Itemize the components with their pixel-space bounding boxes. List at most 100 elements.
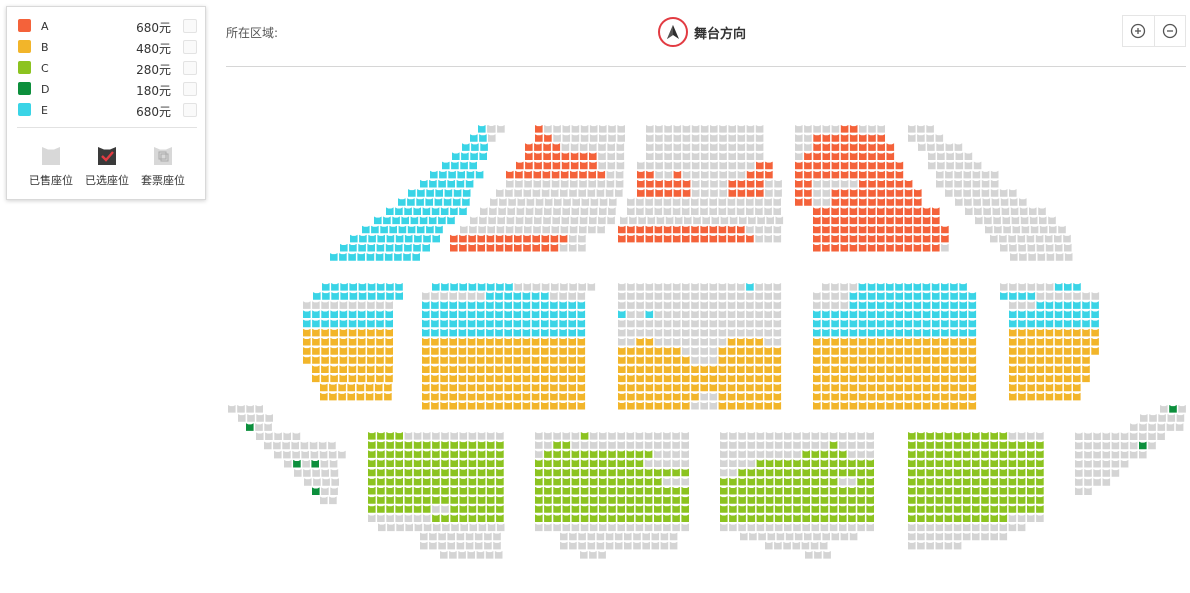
seat[interactable] xyxy=(922,337,931,346)
seat[interactable] xyxy=(645,234,654,243)
seat[interactable] xyxy=(1054,392,1063,401)
seat[interactable] xyxy=(376,347,384,355)
seat[interactable] xyxy=(496,496,504,504)
seat[interactable] xyxy=(673,152,682,160)
seat[interactable] xyxy=(535,125,543,133)
seat[interactable] xyxy=(441,505,449,513)
seat[interactable] xyxy=(374,392,383,401)
seat[interactable] xyxy=(291,441,299,450)
seat[interactable] xyxy=(663,198,672,206)
seat[interactable] xyxy=(941,234,949,243)
seat[interactable] xyxy=(330,301,338,309)
seat[interactable] xyxy=(822,189,831,197)
seat[interactable] xyxy=(449,356,457,364)
seat[interactable] xyxy=(470,134,478,142)
seat[interactable] xyxy=(608,486,616,495)
seat[interactable] xyxy=(618,225,626,234)
seat[interactable] xyxy=(401,216,409,225)
seat[interactable] xyxy=(580,496,589,504)
seat[interactable] xyxy=(559,401,567,410)
seat[interactable] xyxy=(984,216,992,225)
seat[interactable] xyxy=(974,207,982,215)
seat[interactable] xyxy=(673,170,682,179)
seat[interactable] xyxy=(589,143,597,151)
seat[interactable] xyxy=(972,505,980,513)
seat[interactable] xyxy=(1082,292,1090,300)
seat[interactable] xyxy=(1008,477,1017,486)
seat[interactable] xyxy=(866,450,874,458)
seat[interactable] xyxy=(681,459,689,467)
seat[interactable] xyxy=(959,310,967,318)
seat[interactable] xyxy=(313,292,321,300)
seat[interactable] xyxy=(303,328,311,337)
seat[interactable] xyxy=(904,234,913,243)
seat[interactable] xyxy=(1111,450,1120,459)
seat[interactable] xyxy=(672,319,681,328)
seat[interactable] xyxy=(740,532,748,541)
seat[interactable] xyxy=(764,198,772,206)
seat[interactable] xyxy=(330,328,338,337)
seat[interactable] xyxy=(755,125,764,133)
seat[interactable] xyxy=(823,551,831,559)
seat[interactable] xyxy=(440,374,448,383)
seat[interactable] xyxy=(849,225,858,234)
seat[interactable] xyxy=(831,347,839,355)
seat[interactable] xyxy=(478,125,486,133)
seat[interactable] xyxy=(765,161,773,170)
seat[interactable] xyxy=(599,125,607,133)
seat[interactable] xyxy=(990,514,998,522)
seat[interactable] xyxy=(1091,337,1099,346)
seat[interactable] xyxy=(849,207,858,215)
seat[interactable] xyxy=(637,179,645,188)
seat[interactable] xyxy=(831,283,839,291)
seat[interactable] xyxy=(926,477,934,486)
seat[interactable] xyxy=(627,292,635,300)
seat[interactable] xyxy=(627,319,635,328)
seat[interactable] xyxy=(384,383,392,392)
seat[interactable] xyxy=(972,496,980,504)
seat[interactable] xyxy=(669,541,678,550)
seat[interactable] xyxy=(945,179,953,188)
seat[interactable] xyxy=(935,496,944,504)
seat[interactable] xyxy=(444,189,453,197)
seat[interactable] xyxy=(478,225,486,234)
seat[interactable] xyxy=(504,383,512,392)
seat[interactable] xyxy=(247,414,255,422)
seat[interactable] xyxy=(866,459,874,467)
seat[interactable] xyxy=(550,234,559,243)
seat[interactable] xyxy=(467,328,476,337)
seat[interactable] xyxy=(774,477,783,486)
seat[interactable] xyxy=(302,459,310,468)
seat[interactable] xyxy=(664,134,672,142)
seat[interactable] xyxy=(904,374,913,383)
seat[interactable] xyxy=(935,505,944,513)
seat[interactable] xyxy=(562,432,571,440)
seat[interactable] xyxy=(747,477,756,486)
seat[interactable] xyxy=(398,198,406,206)
seat[interactable] xyxy=(441,486,449,495)
seat[interactable] xyxy=(802,486,810,495)
seat[interactable] xyxy=(587,532,596,541)
seat[interactable] xyxy=(655,161,663,170)
seat[interactable] xyxy=(404,505,413,513)
seat[interactable] xyxy=(820,441,829,449)
seat[interactable] xyxy=(552,161,561,170)
seat[interactable] xyxy=(999,477,1008,486)
seat[interactable] xyxy=(414,234,422,243)
seat[interactable] xyxy=(383,216,391,225)
seat[interactable] xyxy=(456,179,465,188)
seat[interactable] xyxy=(440,356,448,364)
seat[interactable] xyxy=(886,152,895,160)
seat[interactable] xyxy=(876,283,885,291)
seat[interactable] xyxy=(1148,441,1156,450)
seat[interactable] xyxy=(720,468,728,477)
seat[interactable] xyxy=(553,505,561,513)
seat[interactable] xyxy=(450,468,458,477)
seat[interactable] xyxy=(795,152,803,160)
seat[interactable] xyxy=(710,134,718,142)
seat[interactable] xyxy=(1008,514,1017,522)
seat[interactable] xyxy=(877,143,885,151)
seat[interactable] xyxy=(895,243,903,252)
seat[interactable] xyxy=(440,392,448,401)
seat[interactable] xyxy=(497,216,505,225)
